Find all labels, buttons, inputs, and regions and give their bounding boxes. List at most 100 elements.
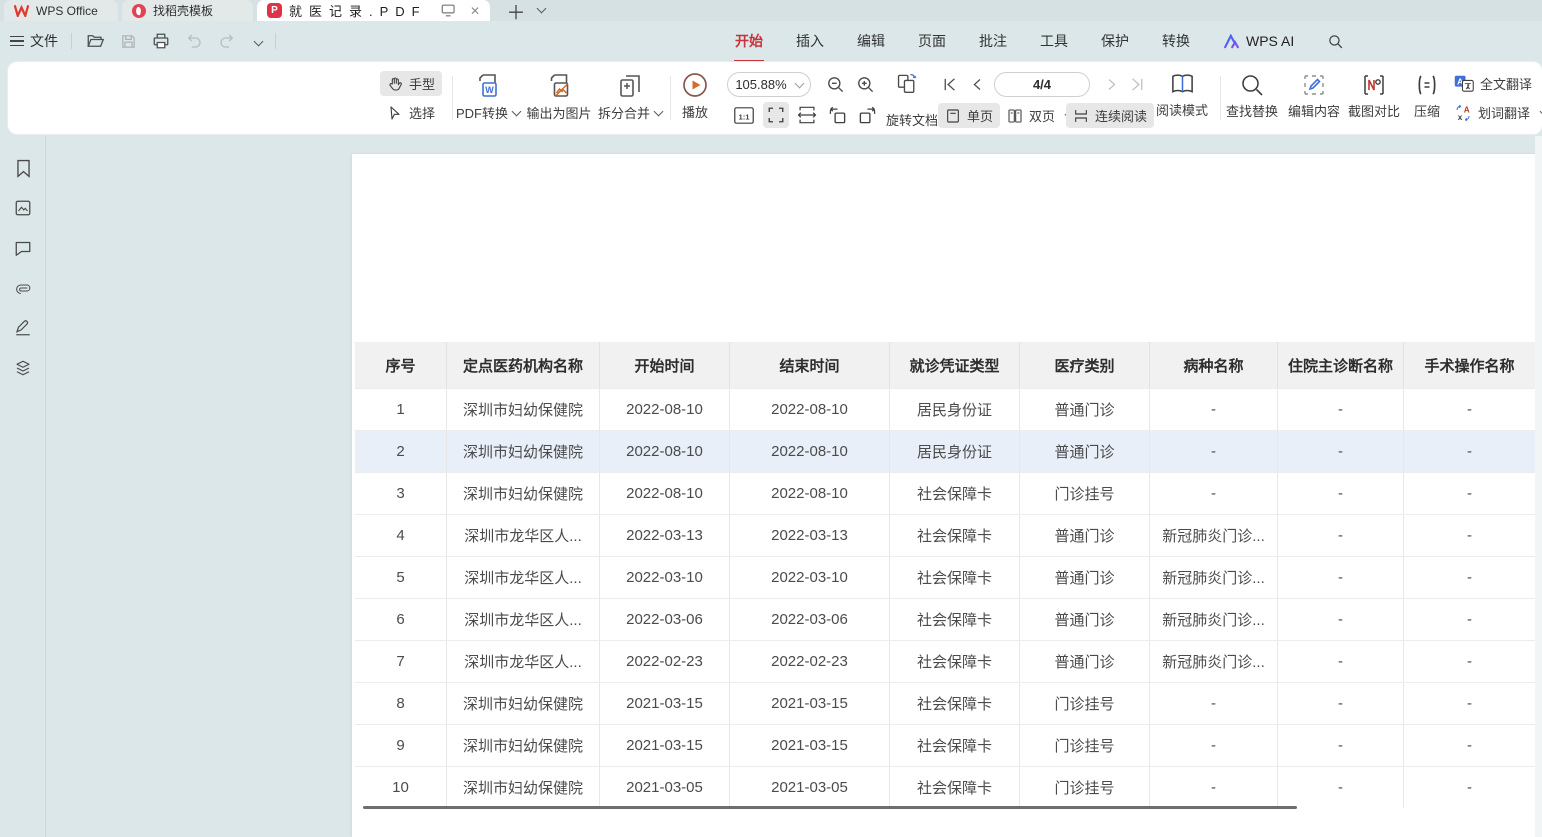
zoom-in-button[interactable] (854, 73, 876, 95)
table-cell: 新冠肺炎门诊... (1150, 515, 1278, 556)
print-button[interactable] (151, 31, 171, 51)
bookmark-panel-button[interactable] (12, 157, 34, 179)
table-header-cell: 就诊凭证类型 (890, 342, 1020, 388)
first-page-button[interactable] (938, 73, 960, 95)
export-image-button[interactable]: 输出为图片 (526, 73, 591, 122)
find-replace-button[interactable]: 查找替换 (1226, 73, 1278, 120)
undo-icon (185, 32, 203, 50)
svg-text:A: A (1464, 105, 1470, 114)
table-cell: 普通门诊 (1020, 431, 1150, 472)
table-cell: 5 (355, 557, 447, 598)
comment-panel-button[interactable] (12, 237, 34, 259)
monitor-icon[interactable] (441, 4, 455, 17)
table-cell: - (1278, 683, 1404, 724)
single-page-button[interactable]: 单页 (938, 103, 1000, 128)
signature-panel-button[interactable] (12, 317, 34, 339)
actual-size-button[interactable]: 1:1 (733, 104, 755, 126)
page-indicator-input[interactable]: 4/4 (994, 72, 1090, 97)
word-translate-button[interactable]: x A 划词翻译 (1454, 103, 1542, 122)
read-mode-button[interactable]: 阅读模式 (1156, 72, 1208, 119)
tab-list-chevron-icon[interactable] (537, 4, 547, 14)
last-page-button[interactable] (1126, 73, 1148, 95)
continuous-read-button[interactable]: 连续阅读 (1066, 103, 1154, 128)
previous-page-button[interactable] (966, 73, 988, 95)
table-cell: 居民身份证 (890, 431, 1020, 472)
read-mode-label: 阅读模式 (1156, 100, 1208, 119)
file-menu-button[interactable]: 文件 (10, 31, 58, 51)
wps-ai-button[interactable]: WPS AI (1223, 33, 1294, 49)
menu-item-protect[interactable]: 保护 (1101, 31, 1129, 51)
menu-item-comment[interactable]: 批注 (979, 31, 1007, 51)
select-tool-button[interactable]: 选择 (380, 100, 442, 125)
fit-page-button[interactable] (763, 102, 789, 128)
menu-bar: 文件 (0, 21, 1542, 61)
close-tab-icon[interactable]: ✕ (470, 4, 480, 18)
compress-button[interactable]: 压缩 (1414, 73, 1440, 120)
menu-item-tools[interactable]: 工具 (1040, 31, 1068, 51)
split-merge-button[interactable]: 拆分合并 (598, 73, 662, 122)
zoom-in-icon (856, 75, 875, 94)
table-cell: - (1278, 599, 1404, 640)
fit-width-button[interactable] (796, 104, 818, 126)
table-cell: 2022-02-23 (730, 641, 890, 682)
attachment-panel-button[interactable] (12, 277, 34, 299)
signature-pen-icon (14, 319, 32, 337)
double-page-label: 双页 (1029, 106, 1055, 125)
table-cell: 2022-08-10 (600, 431, 730, 472)
vertical-scrollbar-track[interactable] (1535, 136, 1542, 837)
hand-tool-button[interactable]: 手型 (380, 71, 442, 96)
next-page-button[interactable] (1100, 73, 1122, 95)
undo-history-chevron-icon[interactable] (254, 36, 264, 46)
layers-panel-button[interactable] (12, 357, 34, 379)
export-image-label: 输出为图片 (526, 103, 591, 122)
medical-records-table: 序号定点医药机构名称开始时间结束时间就诊凭证类型医疗类别病种名称住院主诊断名称手… (355, 342, 1535, 808)
zoom-out-button[interactable] (824, 73, 846, 95)
split-merge-label: 拆分合并 (598, 103, 650, 122)
undo-button[interactable] (184, 31, 204, 51)
menu-item-insert[interactable]: 插入 (796, 31, 824, 51)
save-button[interactable] (118, 31, 138, 51)
table-cell: 社会保障卡 (890, 557, 1020, 598)
zoom-level-select[interactable]: 105.88% (727, 72, 811, 97)
document-viewport[interactable]: 序号定点医药机构名称开始时间结束时间就诊凭证类型医疗类别病种名称住院主诊断名称手… (47, 136, 1542, 837)
table-cell: 2022-02-23 (600, 641, 730, 682)
rotate-left-button[interactable] (826, 104, 848, 126)
redo-button[interactable] (217, 31, 237, 51)
table-cell: 2022-03-13 (600, 515, 730, 556)
tab-docer-templates[interactable]: 找稻壳模板 (122, 0, 253, 21)
menu-item-page[interactable]: 页面 (918, 31, 946, 51)
table-header-cell: 住院主诊断名称 (1278, 342, 1404, 388)
wps-ai-label: WPS AI (1246, 33, 1294, 49)
open-file-button[interactable] (85, 31, 105, 51)
table-cell: - (1404, 389, 1535, 430)
zoom-level-value: 105.88% (735, 77, 786, 92)
search-icon[interactable] (1327, 33, 1344, 50)
save-icon (120, 33, 137, 50)
swap-pages-button[interactable] (896, 72, 918, 94)
last-page-icon (1129, 76, 1146, 93)
thumbnail-panel-button[interactable] (12, 197, 34, 219)
bookmark-icon (15, 159, 32, 178)
menu-item-home[interactable]: 开始 (735, 31, 763, 51)
table-cell: 4 (355, 515, 447, 556)
table-cell: 2022-03-13 (730, 515, 890, 556)
play-button[interactable]: 播放 (682, 72, 708, 121)
edit-content-button[interactable]: 编辑内容 (1288, 73, 1340, 120)
single-page-label: 单页 (967, 106, 993, 125)
tab-document-pdf[interactable]: P 就医记录.PDF ✕ (257, 0, 490, 21)
rotate-right-button[interactable] (856, 104, 878, 126)
table-header-cell: 病种名称 (1150, 342, 1278, 388)
horizontal-scrollbar-thumb[interactable] (363, 806, 1297, 809)
menu-item-edit[interactable]: 编辑 (857, 31, 885, 51)
menu-item-convert[interactable]: 转换 (1162, 31, 1190, 51)
screenshot-compare-button[interactable]: 截图对比 (1348, 73, 1400, 120)
tab-wps-office[interactable]: WPS Office (4, 0, 118, 21)
table-cell: 社会保障卡 (890, 725, 1020, 766)
pdf-convert-button[interactable]: W PDF转换 (456, 73, 520, 122)
table-cell: 门诊挂号 (1020, 725, 1150, 766)
table-cell: - (1150, 767, 1278, 808)
full-translate-button[interactable]: A 全文翻译 (1454, 74, 1532, 93)
table-cell: 深圳市妇幼保健院 (447, 725, 600, 766)
table-cell: - (1404, 725, 1535, 766)
rotate-doc-label[interactable]: 旋转文档 (886, 110, 938, 129)
